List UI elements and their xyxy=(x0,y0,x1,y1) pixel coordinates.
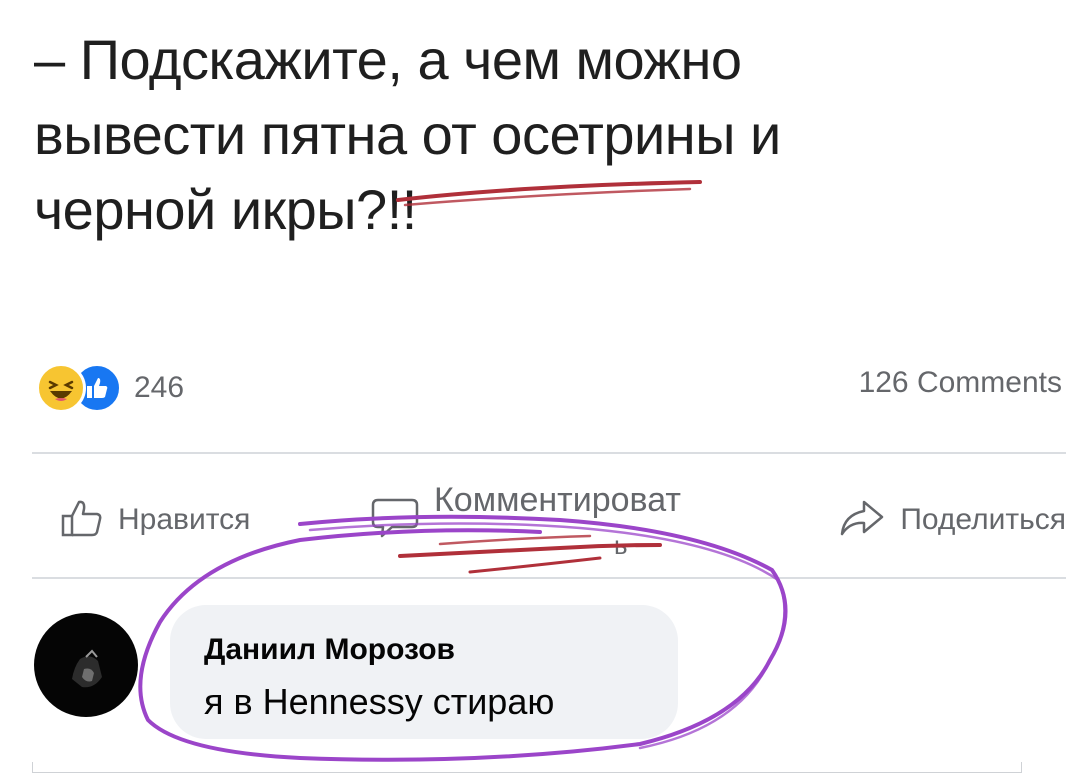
comment-bubble[interactable]: Даниил Морозов я в Hennessy стираю xyxy=(170,605,678,739)
divider xyxy=(32,452,1066,454)
post-text: – Подскажите, а чем можно вывести пятна … xyxy=(34,22,1044,247)
divider xyxy=(32,577,1066,579)
reactions-summary[interactable]: 246 xyxy=(36,362,184,414)
reaction-count: 246 xyxy=(134,371,185,404)
post-text-line: черной икры?!! xyxy=(34,178,417,241)
comments-count-link[interactable]: 126 Comments xyxy=(859,366,1062,400)
comment-button[interactable]: Комментироват ь xyxy=(370,470,681,570)
post-text-line: – Подскажите, а чем можно xyxy=(34,28,742,91)
comment: Даниил Морозов я в Hennessy стираю xyxy=(34,605,1034,739)
share-arrow-icon xyxy=(838,498,886,543)
share-button[interactable]: Поделиться xyxy=(838,470,1066,570)
haha-emoji-icon xyxy=(36,363,86,413)
like-label: Нравится xyxy=(118,503,251,536)
comment-text: я в Hennessy стираю xyxy=(204,681,555,722)
action-bar: Нравится Комментироват ь Поделиться xyxy=(32,470,1066,570)
share-label: Поделиться xyxy=(900,503,1066,536)
comment-label: Комментироват xyxy=(434,480,681,519)
speech-bubble-icon xyxy=(370,496,420,545)
bottom-border xyxy=(32,762,1022,773)
thumbs-up-icon xyxy=(60,498,104,543)
like-button[interactable]: Нравится xyxy=(60,470,250,570)
avatar[interactable] xyxy=(34,613,138,717)
post-text-line: вывести пятна от осетрины и xyxy=(34,103,781,166)
comment-label-overflow: ь xyxy=(614,530,628,560)
comment-author[interactable]: Даниил Морозов xyxy=(204,633,455,667)
